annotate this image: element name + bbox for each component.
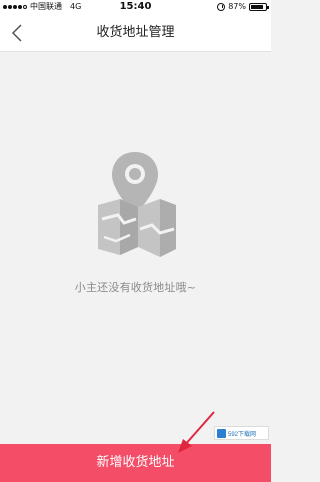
page-title: 收货地址管理 <box>96 25 175 40</box>
status-right: 87% <box>217 0 269 14</box>
status-bar: 中国联通 4G 15:40 87% <box>0 0 271 14</box>
battery-percent: 87% <box>228 2 246 11</box>
watermark-icon <box>217 428 226 438</box>
watermark-text: 592下载网 <box>228 431 257 438</box>
battery-fill <box>251 5 264 9</box>
empty-state: 小主还没有收货地址哦~ <box>0 52 271 442</box>
map-pin-icon <box>98 152 176 257</box>
watermark-logo: 592下载网 <box>214 426 269 440</box>
battery-icon <box>249 3 269 11</box>
empty-message: 小主还没有收货地址哦~ <box>74 281 197 294</box>
add-address-button[interactable]: 新增收货地址 <box>0 444 271 482</box>
rotation-lock-icon <box>217 3 226 11</box>
nav-bar: 收货地址管理 <box>0 14 271 52</box>
